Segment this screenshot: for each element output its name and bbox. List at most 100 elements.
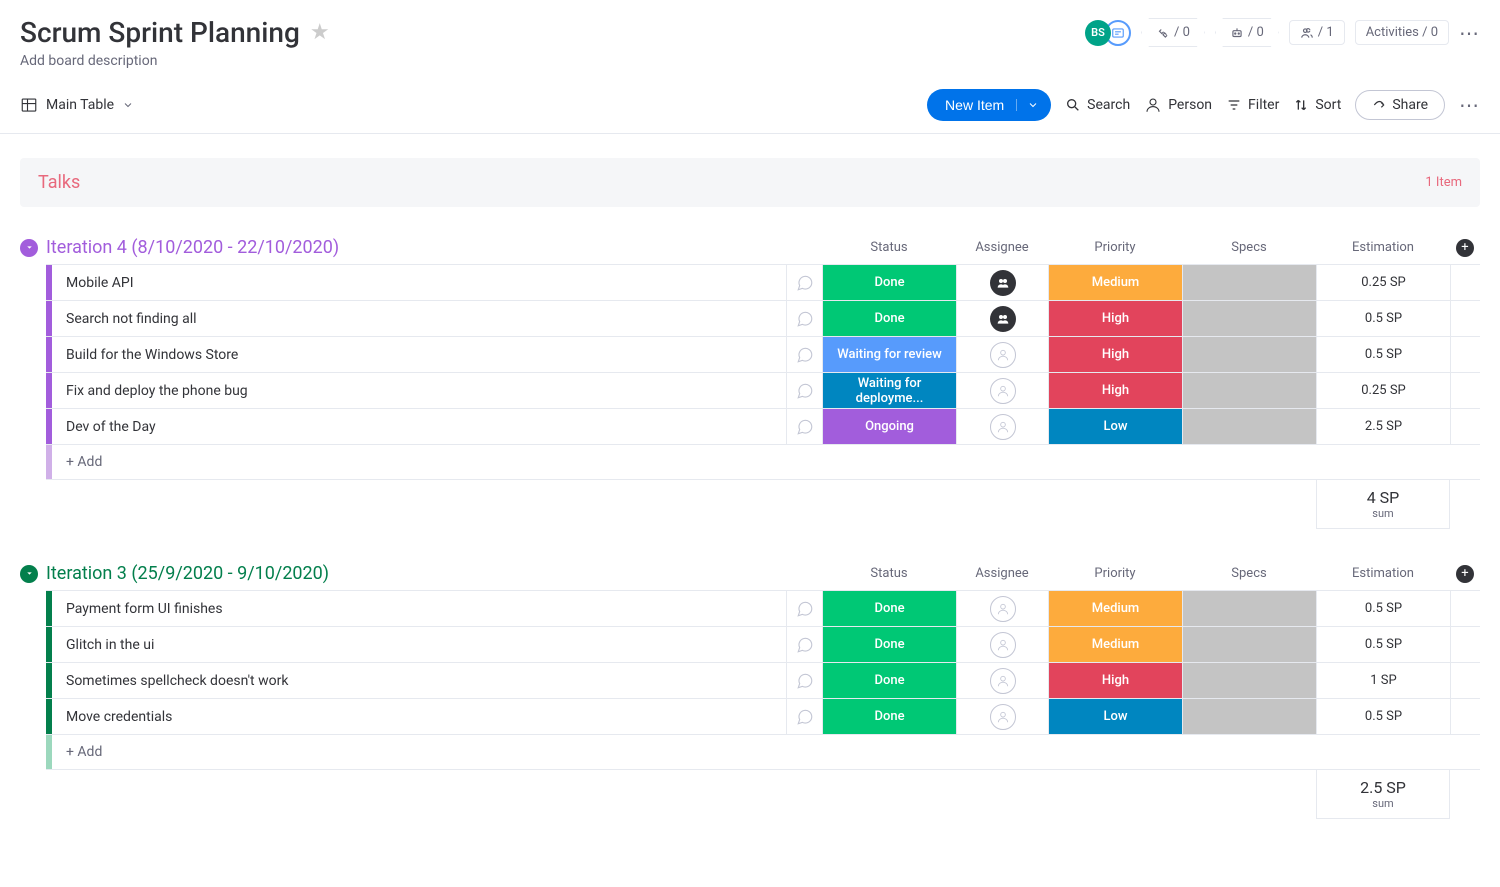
specs-cell[interactable]	[1182, 591, 1316, 626]
table-row[interactable]: Dev of the Day Ongoing Low 2.5 SP	[46, 408, 1480, 444]
comment-icon[interactable]	[786, 663, 822, 698]
estimation-cell[interactable]: 0.5 SP	[1316, 591, 1450, 626]
item-name[interactable]: Fix and deploy the phone bug	[52, 373, 786, 408]
priority-cell[interactable]: Medium	[1048, 265, 1182, 300]
collapse-group-icon[interactable]	[20, 565, 38, 583]
column-header-specs[interactable]: Specs	[1182, 240, 1316, 255]
item-name[interactable]: Dev of the Day	[52, 409, 786, 444]
column-header-estimation[interactable]: Estimation	[1316, 240, 1450, 255]
status-cell[interactable]: Ongoing	[822, 409, 956, 444]
assignee-cell[interactable]	[956, 591, 1048, 626]
column-header-priority[interactable]: Priority	[1048, 566, 1182, 581]
column-header-status[interactable]: Status	[822, 240, 956, 255]
assignee-cell[interactable]	[956, 409, 1048, 444]
priority-cell[interactable]: High	[1048, 663, 1182, 698]
assignee-avatar[interactable]	[990, 306, 1016, 332]
table-row[interactable]: Sometimes spellcheck doesn't work Done Hig…	[46, 662, 1480, 698]
priority-cell[interactable]: Low	[1048, 699, 1182, 734]
estimation-cell[interactable]: 2.5 SP	[1316, 409, 1450, 444]
assignee-empty[interactable]	[990, 378, 1016, 404]
activities-pill[interactable]: Activities / 0	[1355, 20, 1449, 45]
estimation-cell[interactable]: 0.5 SP	[1316, 337, 1450, 372]
status-cell[interactable]: Done	[822, 591, 956, 626]
status-cell[interactable]: Done	[822, 265, 956, 300]
assignee-avatar[interactable]	[990, 270, 1016, 296]
add-item-row[interactable]: + Add	[46, 444, 1480, 480]
priority-cell[interactable]: High	[1048, 301, 1182, 336]
priority-cell[interactable]: Low	[1048, 409, 1182, 444]
search-button[interactable]: Search	[1065, 97, 1130, 113]
column-header-estimation[interactable]: Estimation	[1316, 566, 1450, 581]
item-name[interactable]: Build for the Windows Store	[52, 337, 786, 372]
table-row[interactable]: Fix and deploy the phone bug Waiting for …	[46, 372, 1480, 408]
table-row[interactable]: Search not finding allDoneHigh0.5 SP	[46, 300, 1480, 336]
person-filter-button[interactable]: Person	[1144, 96, 1212, 114]
group-title[interactable]: Iteration 3 (25/9/2020 - 9/10/2020)	[46, 563, 329, 584]
comment-icon[interactable]	[786, 301, 822, 336]
add-column-button[interactable]: +	[1450, 239, 1480, 257]
group-title[interactable]: Iteration 4 (8/10/2020 - 22/10/2020)	[46, 237, 339, 258]
estimation-cell[interactable]: 0.5 SP	[1316, 699, 1450, 734]
estimation-cell[interactable]: 1 SP	[1316, 663, 1450, 698]
comment-icon[interactable]	[786, 409, 822, 444]
assignee-cell[interactable]	[956, 337, 1048, 372]
talks-group-header[interactable]: Talks1 Item	[20, 158, 1480, 207]
comment-icon[interactable]	[786, 337, 822, 372]
status-cell[interactable]: Done	[822, 699, 956, 734]
item-name[interactable]: Sometimes spellcheck doesn't work	[52, 663, 786, 698]
board-description[interactable]: Add board description	[20, 53, 1480, 69]
chevron-down-icon[interactable]	[1016, 99, 1039, 111]
estimation-cell[interactable]: 0.5 SP	[1316, 627, 1450, 662]
specs-cell[interactable]	[1182, 301, 1316, 336]
specs-cell[interactable]	[1182, 627, 1316, 662]
item-name[interactable]: Glitch in the ui	[52, 627, 786, 662]
column-header-priority[interactable]: Priority	[1048, 240, 1182, 255]
column-header-specs[interactable]: Specs	[1182, 566, 1316, 581]
integrations-pill[interactable]: / 0	[1141, 18, 1205, 47]
assignee-cell[interactable]	[956, 301, 1048, 336]
add-item-row[interactable]: + Add	[46, 734, 1480, 770]
estimation-cell[interactable]: 0.5 SP	[1316, 301, 1450, 336]
status-cell[interactable]: Done	[822, 663, 956, 698]
comment-icon[interactable]	[786, 591, 822, 626]
table-row[interactable]: Payment form UI finishesDoneMedium0.5 SP	[46, 590, 1480, 626]
comment-icon[interactable]	[786, 265, 822, 300]
collapse-group-icon[interactable]	[20, 239, 38, 257]
table-row[interactable]: Move credentials Done Low 0.5 SP	[46, 698, 1480, 734]
priority-cell[interactable]: High	[1048, 373, 1182, 408]
assignee-cell[interactable]	[956, 663, 1048, 698]
status-cell[interactable]: Done	[822, 627, 956, 662]
assignee-empty[interactable]	[990, 596, 1016, 622]
status-cell[interactable]: Waiting for deployme...	[822, 373, 956, 408]
specs-cell[interactable]	[1182, 663, 1316, 698]
share-button[interactable]: Share	[1355, 90, 1445, 120]
more-toolbar-icon[interactable]: ⋯	[1459, 93, 1480, 117]
estimation-cell[interactable]: 0.25 SP	[1316, 373, 1450, 408]
priority-cell[interactable]: Medium	[1048, 627, 1182, 662]
sort-button[interactable]: Sort	[1293, 97, 1341, 113]
assignee-cell[interactable]	[956, 265, 1048, 300]
assignee-empty[interactable]	[990, 704, 1016, 730]
assignee-empty[interactable]	[990, 668, 1016, 694]
specs-cell[interactable]	[1182, 699, 1316, 734]
estimation-cell[interactable]: 0.25 SP	[1316, 265, 1450, 300]
specs-cell[interactable]	[1182, 337, 1316, 372]
comment-icon[interactable]	[786, 373, 822, 408]
assignee-cell[interactable]	[956, 373, 1048, 408]
column-header-status[interactable]: Status	[822, 566, 956, 581]
priority-cell[interactable]: High	[1048, 337, 1182, 372]
assignee-cell[interactable]	[956, 699, 1048, 734]
view-selector[interactable]: Main Table	[20, 96, 134, 114]
assignee-empty[interactable]	[990, 632, 1016, 658]
member-avatars[interactable]: BS	[1085, 20, 1131, 46]
column-header-assignee[interactable]: Assignee	[956, 566, 1048, 581]
comment-icon[interactable]	[786, 627, 822, 662]
item-name[interactable]: Mobile API	[52, 265, 786, 300]
new-item-button[interactable]: New Item	[927, 89, 1051, 121]
specs-cell[interactable]	[1182, 265, 1316, 300]
comment-icon[interactable]	[786, 699, 822, 734]
filter-button[interactable]: Filter	[1226, 97, 1279, 113]
item-name[interactable]: Search not finding all	[52, 301, 786, 336]
column-header-assignee[interactable]: Assignee	[956, 240, 1048, 255]
item-name[interactable]: Move credentials	[52, 699, 786, 734]
